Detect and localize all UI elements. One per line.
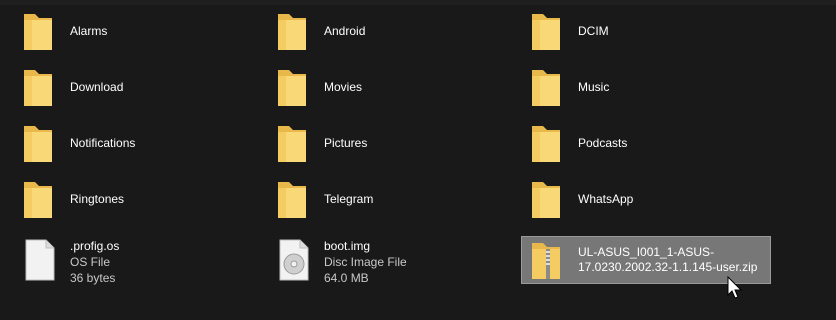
blank-file-icon bbox=[25, 239, 55, 281]
folder-name: Telegram bbox=[324, 192, 374, 206]
folder-name: Movies bbox=[324, 80, 363, 94]
folder-pictures[interactable]: Pictures bbox=[276, 120, 526, 168]
folder-notifications[interactable]: Notifications bbox=[22, 120, 272, 168]
file-size: 64.0 MB bbox=[324, 271, 369, 285]
zip-folder-icon bbox=[532, 243, 560, 279]
folder-icon bbox=[278, 70, 306, 106]
folder-name: Ringtones bbox=[70, 192, 125, 206]
folder-whatsapp[interactable]: WhatsApp bbox=[530, 176, 780, 224]
folder-name: Podcasts bbox=[578, 136, 628, 150]
folder-music[interactable]: Music bbox=[530, 64, 780, 112]
folder-android[interactable]: Android bbox=[276, 8, 526, 56]
folder-movies[interactable]: Movies bbox=[276, 64, 526, 112]
folder-name: Android bbox=[324, 24, 366, 38]
folder-icon bbox=[532, 182, 560, 218]
folder-name: Download bbox=[70, 80, 124, 94]
folder-icon bbox=[24, 70, 52, 106]
folder-icon bbox=[24, 14, 52, 50]
file-boot-img[interactable]: boot.img Disc Image File 64.0 MB bbox=[276, 236, 526, 285]
folder-name: WhatsApp bbox=[578, 192, 634, 206]
folder-name: DCIM bbox=[578, 24, 609, 38]
folder-icon bbox=[24, 182, 52, 218]
folder-alarms[interactable]: Alarms bbox=[22, 8, 272, 56]
file-name: .profig.os bbox=[70, 239, 120, 253]
folder-telegram[interactable]: Telegram bbox=[276, 176, 526, 224]
file-type: OS File bbox=[70, 255, 111, 269]
file-name: UL-ASUS_I001_1-ASUS-17.0230.2002.32-1.1.… bbox=[578, 245, 758, 274]
disc-image-icon bbox=[279, 239, 309, 281]
folder-ringtones[interactable]: Ringtones bbox=[22, 176, 272, 224]
file-name: boot.img bbox=[324, 239, 371, 253]
folder-icon bbox=[532, 70, 560, 106]
folder-name: Notifications bbox=[70, 136, 136, 150]
folder-icon bbox=[24, 126, 52, 162]
folder-name: Music bbox=[578, 80, 610, 94]
file-type: Disc Image File bbox=[324, 255, 407, 269]
folder-icon bbox=[278, 182, 306, 218]
folder-icon bbox=[532, 14, 560, 50]
file-profig-os[interactable]: .profig.os OS File 36 bytes bbox=[22, 236, 272, 285]
folder-download[interactable]: Download bbox=[22, 64, 272, 112]
mouse-cursor-icon bbox=[727, 276, 743, 299]
folder-podcasts[interactable]: Podcasts bbox=[530, 120, 780, 168]
folder-icon bbox=[278, 126, 306, 162]
folder-dcim[interactable]: DCIM bbox=[530, 8, 780, 56]
file-grid: Alarms Android DCIM Download Movies Musi… bbox=[0, 0, 836, 320]
file-size: 36 bytes bbox=[70, 271, 116, 285]
folder-icon bbox=[532, 126, 560, 162]
folder-name: Alarms bbox=[70, 24, 108, 38]
folder-name: Pictures bbox=[324, 136, 368, 150]
folder-icon bbox=[278, 14, 306, 50]
